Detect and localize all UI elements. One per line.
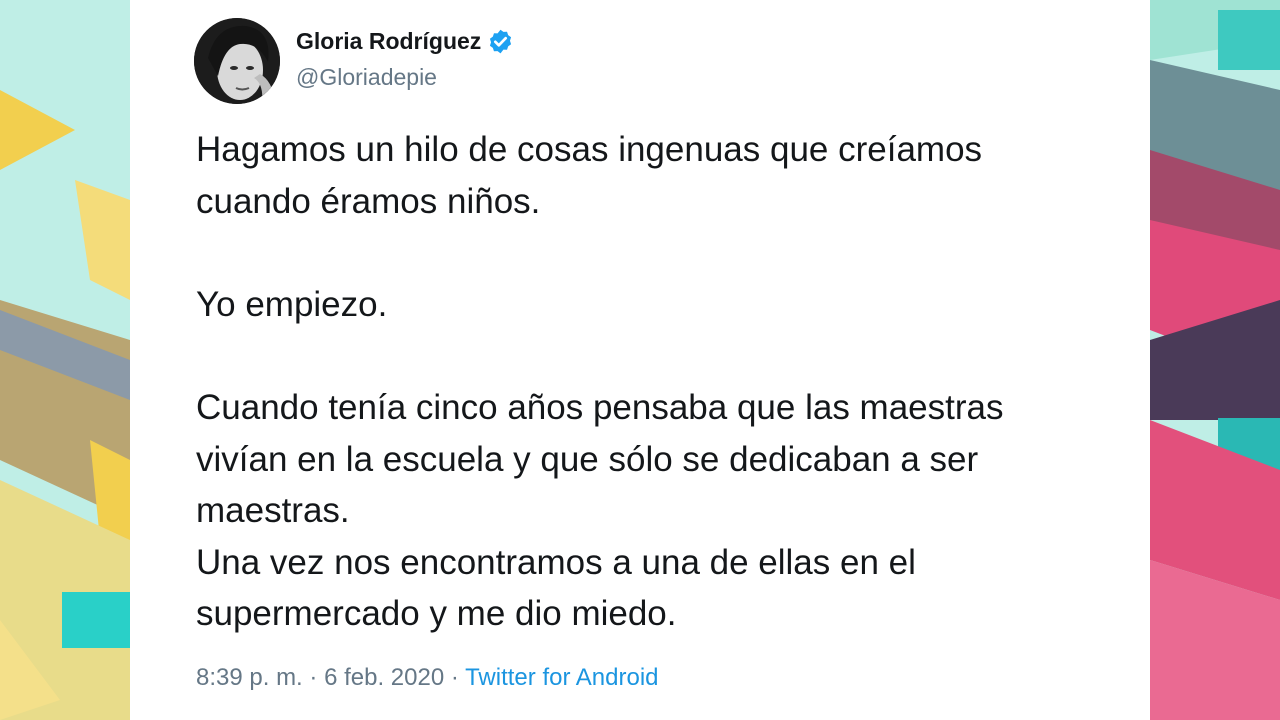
tweet-source-link[interactable]: Twitter for Android: [465, 664, 658, 691]
tweet-line: cuando éramos niños.: [196, 181, 541, 221]
tweet-line: Hagamos un hilo de cosas ingenuas que cr…: [196, 130, 983, 169]
tweet-line: Cuando tenía cinco años pensaba que las …: [196, 387, 1004, 427]
author-row[interactable]: Gloria Rodríguez: [296, 28, 514, 55]
tweet-text: Hagamos un hilo de cosas ingenuas que cr…: [196, 124, 1126, 640]
tweet-line: supermercado y me dio miedo.: [196, 594, 677, 634]
tweet-date[interactable]: 6 feb. 2020: [324, 664, 444, 691]
verified-badge-icon: [490, 29, 512, 54]
meta-separator: ·: [450, 664, 459, 691]
tweet-line: Yo empiezo.: [196, 284, 388, 324]
tweet-card: Gloria Rodríguez @Gloriadepie Hagamos un…: [130, 0, 1150, 720]
tweet-line: Una vez nos encontramos a una de ellas e…: [196, 542, 916, 582]
tweet-meta: 8:39 p. m. · 6 feb. 2020 · Twitter for A…: [196, 664, 659, 692]
tweet-line: vivían en la escuela y que sólo se dedic…: [196, 439, 979, 479]
tweet-line: maestras.: [196, 491, 350, 531]
tweet-time[interactable]: 8:39 p. m.: [196, 664, 303, 691]
meta-separator: ·: [309, 664, 318, 691]
author-name[interactable]: Gloria Rodríguez: [296, 28, 481, 55]
author-handle[interactable]: @Gloriadepie: [296, 64, 437, 91]
avatar[interactable]: [194, 18, 280, 104]
profile-photo: [194, 18, 280, 104]
